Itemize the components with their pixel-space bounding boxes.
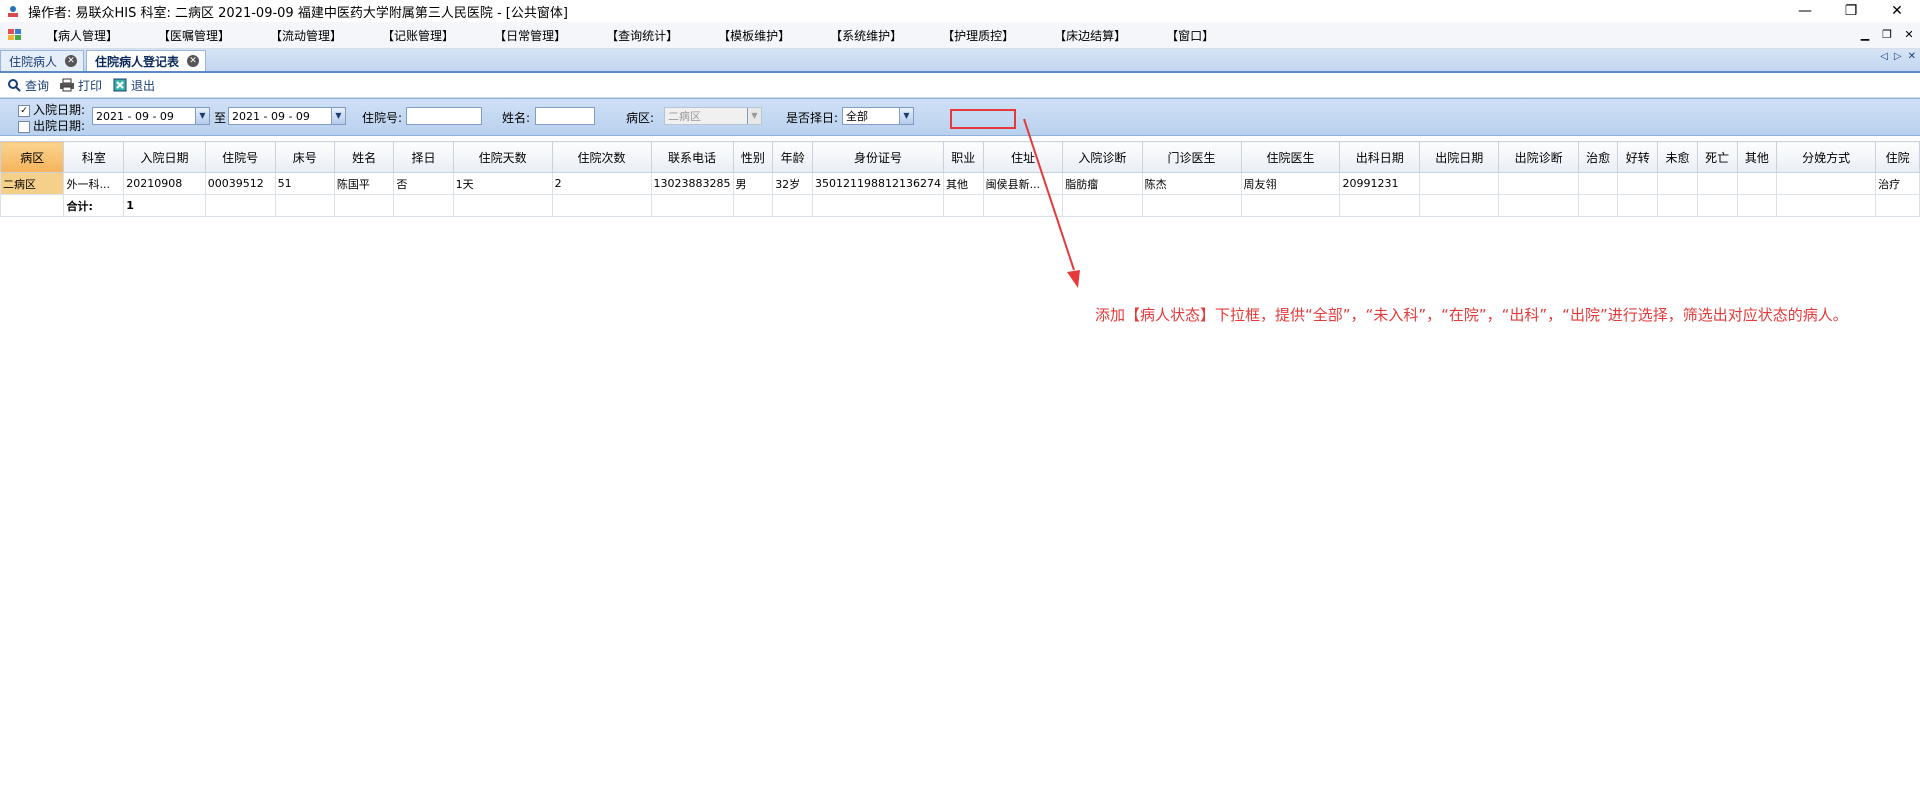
- annotation-arrow: [1023, 118, 1080, 288]
- annotation-text: 添加【病人状态】下拉框，提供“全部”，“未入科”，“在院”，“出科”，“出院”进…: [1095, 306, 1848, 324]
